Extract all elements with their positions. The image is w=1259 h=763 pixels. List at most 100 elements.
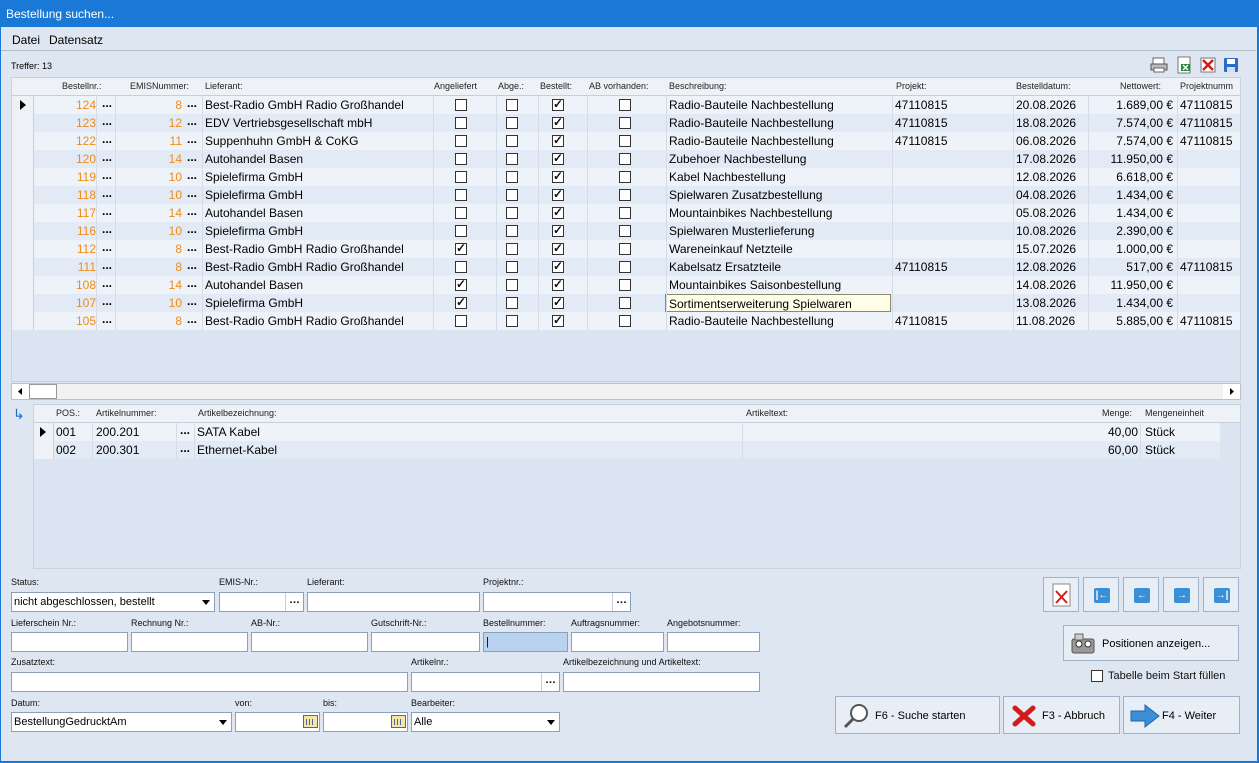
artikelnr-input[interactable]: … <box>411 672 560 692</box>
ab-checkbox[interactable] <box>619 99 631 111</box>
col-beschreibung[interactable]: Beschreibung: <box>669 81 727 91</box>
abbruch-button[interactable]: F3 - Abbruch <box>1003 696 1120 734</box>
bestellnr-lookup-button[interactable]: ... <box>99 186 115 204</box>
angeliefert-checkbox[interactable] <box>455 99 467 111</box>
lieferschein-input[interactable] <box>11 632 128 652</box>
table-row[interactable]: 120...14...Autohandel BasenZubehoer Nach… <box>12 150 1240 168</box>
abge-checkbox[interactable] <box>506 315 518 327</box>
row-selector[interactable] <box>12 240 34 258</box>
save-icon[interactable] <box>1222 56 1240 74</box>
emis-lookup-button[interactable]: ... <box>184 258 200 276</box>
bestellnr-lookup-button[interactable]: ... <box>99 132 115 150</box>
row-selector[interactable] <box>12 186 34 204</box>
abge-checkbox[interactable] <box>506 189 518 201</box>
table-row[interactable]: 108...14...Autohandel BasenMountainbikes… <box>12 276 1240 294</box>
emis-lookup-button[interactable]: ... <box>184 276 200 294</box>
abge-checkbox[interactable] <box>506 117 518 129</box>
next-record-button[interactable]: → <box>1163 577 1199 612</box>
ab-checkbox[interactable] <box>619 297 631 309</box>
abge-checkbox[interactable] <box>506 99 518 111</box>
bis-date-input[interactable] <box>323 712 408 732</box>
row-selector[interactable] <box>12 96 34 114</box>
angeliefert-checkbox[interactable] <box>455 189 467 201</box>
bestellt-checkbox[interactable] <box>552 277 564 291</box>
suche-starten-button[interactable]: F6 - Suche starten <box>835 696 1000 734</box>
row-selector[interactable] <box>12 294 34 312</box>
abge-checkbox[interactable] <box>506 297 518 309</box>
angeliefert-checkbox[interactable] <box>455 171 467 183</box>
row-selector[interactable] <box>34 423 54 441</box>
table-row[interactable]: 111... 8... Best-Radio GmbH Radio Großhand… <box>12 258 1240 276</box>
row-selector[interactable] <box>12 132 34 150</box>
bestellnr-lookup-button[interactable]: ... <box>99 258 115 276</box>
angebotsnummer-input[interactable] <box>667 632 760 652</box>
bearbeiter-select[interactable]: Alle <box>411 712 560 732</box>
ab-checkbox[interactable] <box>619 117 631 129</box>
ab-checkbox[interactable] <box>619 261 631 273</box>
position-row[interactable]: 001 200.201... SATA Kabel 40,00 Stück <box>34 423 1220 441</box>
col-ab-vorhanden[interactable]: AB vorhanden: <box>589 81 649 91</box>
chevron-down-icon[interactable] <box>543 713 559 731</box>
bestellnr-lookup-button[interactable]: ... <box>99 96 115 114</box>
bestellnr-lookup-button[interactable]: ... <box>99 276 115 294</box>
bestellt-checkbox[interactable] <box>552 259 564 273</box>
emis-lookup-button[interactable]: ... <box>184 222 200 240</box>
col-emisnummer[interactable]: EMISNummer: <box>130 81 189 91</box>
col-artikelnummer[interactable]: Artikelnummer: <box>96 408 157 418</box>
bestellnummer-input[interactable]: | <box>483 632 568 652</box>
calendar-icon[interactable] <box>303 715 318 728</box>
abge-checkbox[interactable] <box>506 243 518 255</box>
export-excel-icon[interactable] <box>1175 56 1193 74</box>
bestellnr-lookup-button[interactable]: ... <box>99 150 115 168</box>
bestellt-checkbox[interactable] <box>552 97 564 111</box>
bestellnr-lookup-button[interactable]: ... <box>99 168 115 186</box>
row-selector[interactable] <box>34 441 54 459</box>
calendar-icon[interactable] <box>391 715 406 728</box>
auftragsnummer-input[interactable] <box>571 632 664 652</box>
emis-lookup-button[interactable]: ... <box>184 294 200 312</box>
row-selector[interactable] <box>12 312 34 330</box>
table-row[interactable]: 122...11...Suppenhuhn GmbH & CoKGRadio-B… <box>12 132 1240 150</box>
ab-checkbox[interactable] <box>619 225 631 237</box>
menu-datensatz[interactable]: Datensatz <box>49 33 103 47</box>
angeliefert-checkbox[interactable] <box>455 277 467 291</box>
artikelnr-lookup-button[interactable]: … <box>541 673 559 691</box>
bestellnr-lookup-button[interactable]: ... <box>99 114 115 132</box>
angeliefert-checkbox[interactable] <box>455 153 467 165</box>
table-row[interactable]: 105... 8... Best-Radio GmbH Radio Großhand… <box>12 312 1240 330</box>
bestellnr-lookup-button[interactable]: ... <box>99 312 115 330</box>
row-selector[interactable] <box>12 258 34 276</box>
abge-checkbox[interactable] <box>506 135 518 147</box>
lieferant-input[interactable] <box>307 592 480 612</box>
emis-lookup-button[interactable]: ... <box>184 150 200 168</box>
gutschrift-input[interactable] <box>371 632 480 652</box>
table-row[interactable]: 117...14...Autohandel BasenMountainbikes… <box>12 204 1240 222</box>
print-icon[interactable] <box>1150 56 1168 74</box>
bestellt-checkbox[interactable] <box>552 241 564 255</box>
col-nettowert[interactable]: Nettowert: <box>1120 81 1161 91</box>
emis-lookup-button[interactable]: ... <box>184 168 200 186</box>
bestellt-checkbox[interactable] <box>552 205 564 219</box>
bestellnr-lookup-button[interactable]: ... <box>99 222 115 240</box>
angeliefert-checkbox[interactable] <box>455 315 467 327</box>
previous-record-button[interactable]: ← <box>1123 577 1159 612</box>
emis-lookup-button[interactable]: ... <box>184 204 200 222</box>
emis-lookup-button[interactable]: ... <box>184 312 200 330</box>
angeliefert-checkbox[interactable] <box>455 241 467 255</box>
bestellt-checkbox[interactable] <box>552 223 564 237</box>
menu-datei[interactable]: Datei <box>12 33 40 47</box>
emis-lookup-button[interactable]: ... <box>184 114 200 132</box>
abge-checkbox[interactable] <box>506 279 518 291</box>
row-selector[interactable] <box>12 150 34 168</box>
projektnr-input[interactable]: … <box>483 592 631 612</box>
abge-checkbox[interactable] <box>506 153 518 165</box>
rechnung-input[interactable] <box>131 632 248 652</box>
row-selector[interactable] <box>12 222 34 240</box>
scroll-left-button[interactable] <box>12 384 29 399</box>
table-row[interactable]: 123... 12... EDV Vertriebsgesellschaft mbH… <box>12 114 1240 132</box>
table-row[interactable]: 107...10...Spielefirma GmbHSortimentserw… <box>12 294 1240 312</box>
angeliefert-checkbox[interactable] <box>455 225 467 237</box>
clear-button[interactable] <box>1043 577 1079 612</box>
ab-nr-input[interactable] <box>251 632 368 652</box>
position-row[interactable]: 002 200.301... Ethernet-Kabel 60,00 Stück <box>34 441 1220 459</box>
